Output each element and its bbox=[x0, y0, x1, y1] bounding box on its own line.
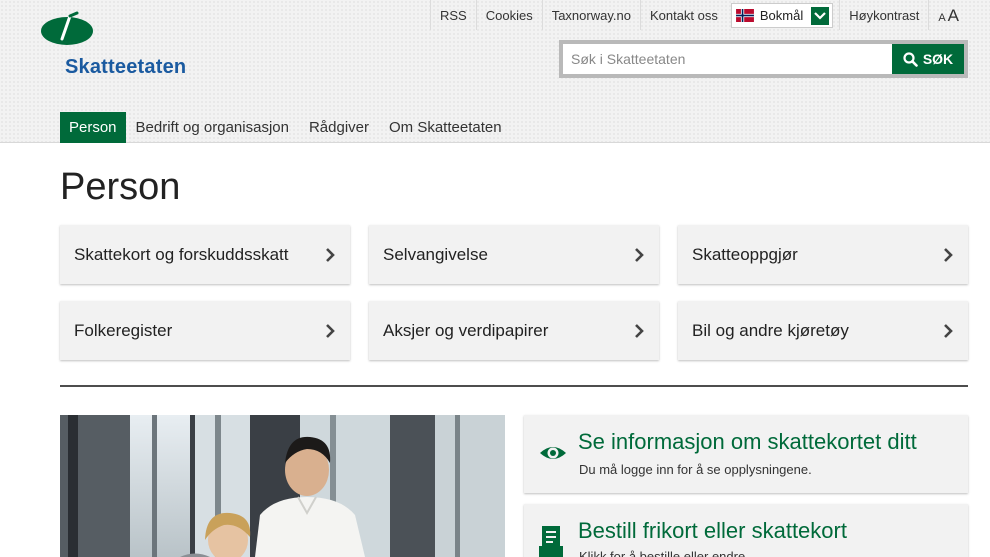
search-button[interactable]: SØK bbox=[892, 44, 964, 74]
nav-item-business[interactable]: Bedrift og organisasjon bbox=[126, 112, 299, 143]
language-label: Bokmål bbox=[759, 8, 804, 23]
language-select[interactable]: Bokmål bbox=[730, 3, 834, 28]
search-input[interactable] bbox=[563, 44, 892, 74]
chevron-right-icon bbox=[635, 247, 644, 262]
card-title: Bestill frikort eller skattekort bbox=[578, 518, 847, 543]
nav-item-person[interactable]: Person bbox=[60, 112, 126, 143]
site-logo[interactable]: Skatteetaten bbox=[40, 10, 200, 85]
chevron-right-icon bbox=[944, 323, 953, 338]
chevron-right-icon bbox=[326, 323, 335, 338]
text-size-large[interactable]: A bbox=[948, 0, 959, 32]
tile-label: Folkeregister bbox=[74, 320, 173, 340]
high-contrast-link[interactable]: Høykontrast bbox=[839, 0, 928, 30]
card-subtitle: Klikk for å bestille eller endre bbox=[579, 549, 746, 557]
tile-tax-return[interactable]: Selvangivelse bbox=[369, 225, 659, 284]
chevron-down-icon bbox=[811, 6, 830, 25]
text-size-control[interactable]: A A bbox=[928, 0, 968, 30]
norway-flag-icon bbox=[735, 9, 754, 22]
tile-label: Selvangivelse bbox=[383, 244, 488, 264]
tile-label: Skattekort og forskuddsskatt bbox=[74, 244, 289, 264]
document-icon bbox=[539, 526, 563, 557]
site-header: Skatteetaten RSS Cookies Taxnorway.no Ko… bbox=[0, 0, 990, 143]
logo-text: Skatteetaten bbox=[65, 56, 187, 78]
card-title: Se informasjon om skattekortet ditt bbox=[578, 429, 917, 454]
tile-label: Skatteoppgjør bbox=[692, 244, 798, 264]
search-icon bbox=[903, 51, 918, 67]
hero-photo bbox=[60, 415, 505, 557]
search-bar: SØK bbox=[559, 40, 968, 78]
cookies-link[interactable]: Cookies bbox=[475, 0, 542, 30]
chevron-right-icon bbox=[326, 247, 335, 262]
tile-label: Aksjer og verdipapirer bbox=[383, 320, 549, 340]
main-nav: Person Bedrift og organisasjon Rådgiver … bbox=[60, 112, 512, 143]
section-divider bbox=[60, 385, 968, 387]
nav-item-advisor[interactable]: Rådgiver bbox=[299, 112, 379, 143]
page-title: Person bbox=[60, 166, 181, 208]
chevron-right-icon bbox=[635, 323, 644, 338]
nav-item-about[interactable]: Om Skatteetaten bbox=[379, 112, 512, 143]
eye-icon bbox=[540, 447, 566, 459]
chevron-right-icon bbox=[944, 247, 953, 262]
tile-tax-settlement[interactable]: Skatteoppgjør bbox=[678, 225, 968, 284]
search-button-label: SØK bbox=[922, 51, 954, 67]
tile-population-register[interactable]: Folkeregister bbox=[60, 301, 350, 360]
tile-shares[interactable]: Aksjer og verdipapirer bbox=[369, 301, 659, 360]
text-size-small[interactable]: A bbox=[938, 2, 945, 34]
tile-label: Bil og andre kjøretøy bbox=[692, 320, 849, 340]
contact-link[interactable]: Kontakt oss bbox=[639, 0, 727, 30]
card-view-tax-card[interactable]: Se informasjon om skattekortet ditt Du m… bbox=[524, 415, 968, 493]
utility-links: RSS Cookies Taxnorway.no Kontakt oss Bok… bbox=[430, 0, 968, 30]
card-order-tax-card[interactable]: Bestill frikort eller skattekort Klikk f… bbox=[524, 504, 968, 557]
tile-vehicles[interactable]: Bil og andre kjøretøy bbox=[678, 301, 968, 360]
taxnorway-link[interactable]: Taxnorway.no bbox=[541, 0, 640, 30]
office-people-image bbox=[60, 415, 505, 557]
tile-tax-card[interactable]: Skattekort og forskuddsskatt bbox=[60, 225, 350, 284]
rss-link[interactable]: RSS bbox=[430, 0, 476, 30]
card-subtitle: Du må logge inn for å se opplysningene. bbox=[579, 462, 812, 477]
